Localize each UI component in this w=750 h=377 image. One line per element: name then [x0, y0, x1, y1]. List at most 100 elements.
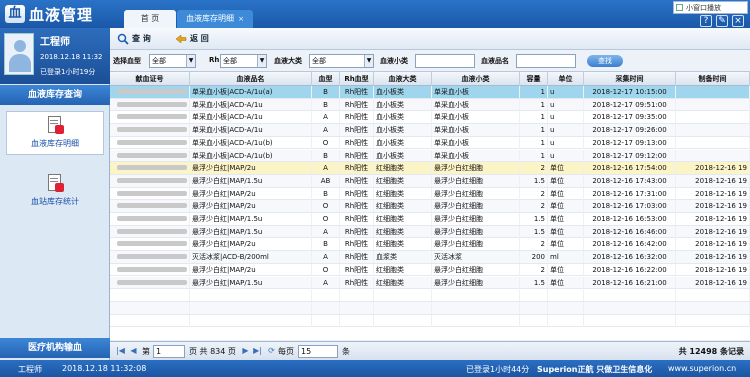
column-header[interactable]: 血液小类 [432, 72, 520, 86]
table-cell: A [312, 225, 340, 238]
search-button[interactable]: 查找 [587, 55, 623, 67]
product-input[interactable] [516, 54, 576, 68]
table-cell: 悬浮少白红细胞 [432, 225, 520, 238]
table-row[interactable]: 悬浮少白红|MAP/1.5u A Rh阳性 红细胞类 悬浮少白红细胞 1.5 单位 2018-… [110, 225, 750, 239]
sidebar-item-station-stats[interactable]: 血站库存统计 [6, 170, 104, 214]
table-row[interactable] [110, 314, 750, 328]
prev-page-icon[interactable]: ◀ [129, 346, 138, 356]
checkbox-icon[interactable] [676, 4, 683, 11]
mini-window-label: 小窗口播放 [686, 4, 721, 12]
table-row[interactable]: 悬浮少白红|MAP/1.5u O Rh阳性 红细胞类 悬浮少白红细胞 1.5 单位 2018-… [110, 213, 750, 226]
column-header[interactable]: 制备时间 [676, 72, 750, 86]
rh-label: Rh [209, 56, 220, 64]
toolbar: 查 询 返 回 [110, 28, 750, 50]
status-user: 工程师 [18, 365, 42, 374]
status-datetime: 2018.12.18 11:32:08 [62, 364, 147, 373]
top-bar: 血 血液管理 首 页 血液库存明细 × 小窗口播放 ? ✎ × [0, 0, 750, 28]
column-header[interactable]: 单位 [548, 72, 584, 86]
donor-id-cell [110, 314, 190, 327]
table-row[interactable] [110, 301, 750, 315]
table-cell: 2 [520, 162, 548, 175]
blood-type-select[interactable]: 全部 ▼ [149, 54, 196, 68]
per-page-select[interactable]: 15 [298, 345, 338, 358]
table-row[interactable]: 单采血小板|ACD-A/1u(a) B Rh阳性 血小板类 单采血小板 1 u 2018-12… [110, 86, 750, 99]
subcategory-input[interactable] [415, 54, 475, 68]
table-cell: 悬浮少白红|MAP/1.5u [190, 213, 312, 225]
close-icon[interactable]: × [732, 15, 744, 27]
chevron-down-icon: ▼ [186, 55, 195, 67]
table-cell: 血小板类 [374, 124, 432, 137]
table-row[interactable]: 悬浮少白红|MAP/2u O Rh阳性 红细胞类 悬浮少白红细胞 2 单位 2018-12-1… [110, 200, 750, 213]
table-cell: A [312, 162, 340, 175]
table-row[interactable]: 灭活冰浆|ACD-B/200ml A Rh阳性 血浆类 灭活冰浆 200 ml 2018-12… [110, 251, 750, 264]
redacted-id [116, 203, 187, 209]
donor-id-cell [110, 187, 190, 200]
website-link[interactable]: www.superion.cn [668, 364, 736, 373]
first-page-icon[interactable]: |◀ [116, 346, 125, 356]
table-row[interactable]: 单采血小板|ACD-A/1u(b) B Rh阳性 血小板类 单采血小板 1 u 2018-12… [110, 149, 750, 163]
tab-blood-inventory-detail[interactable]: 血液库存明细 × [177, 10, 253, 28]
table-cell: 单采血小板|ACD-A/1u(b) [190, 149, 312, 162]
table-row[interactable]: 悬浮少白红|MAP/2u B Rh阳性 红细胞类 悬浮少白红细胞 2 单位 2018-12-1… [110, 187, 750, 201]
sidebar-item-inventory-detail[interactable]: 血液库存明细 [6, 111, 104, 155]
last-page-icon[interactable]: ▶| [253, 346, 262, 356]
table-cell: 单位 [548, 263, 584, 276]
table-row[interactable]: 单采血小板|ACD-A/1u A Rh阳性 血小板类 单采血小板 1 u 2018-12-17… [110, 124, 750, 137]
column-header[interactable]: 血液大类 [374, 72, 432, 86]
table-cell: O [312, 213, 340, 225]
redacted-id [116, 254, 187, 260]
product-label: 血液品名 [481, 57, 509, 65]
redacted-id [116, 228, 187, 234]
table-cell: 红细胞类 [374, 187, 432, 200]
table-cell: O [312, 136, 340, 149]
table-cell [520, 314, 548, 327]
donor-id-cell [110, 149, 190, 162]
table-row[interactable] [110, 289, 750, 302]
table-cell [676, 111, 750, 124]
table-cell: 悬浮少白红细胞 [432, 263, 520, 276]
table-row[interactable]: 单采血小板|ACD-A/1u A Rh阳性 血小板类 单采血小板 1 u 2018-12-17… [110, 111, 750, 125]
table-row[interactable]: 悬浮少白红|MAP/2u B Rh阳性 红细胞类 悬浮少白红细胞 2 单位 2018-12-1… [110, 238, 750, 252]
table-cell: Rh阳性 [340, 225, 374, 238]
rh-select[interactable]: 全部 ▼ [220, 54, 267, 68]
table-row[interactable]: 悬浮少白红|MAP/1.5u AB Rh阳性 红细胞类 悬浮少白红细胞 1.5 单位 2018… [110, 174, 750, 188]
query-button[interactable]: 查 询 [116, 32, 151, 46]
mini-window-toggle[interactable]: 小窗口播放 [673, 1, 748, 14]
redacted-id [116, 216, 187, 221]
table-cell [548, 301, 584, 314]
table-cell: 2 [520, 263, 548, 276]
table-row[interactable]: 单采血小板|ACD-A/1u B Rh阳性 血小板类 单采血小板 1 u 2018-12-17… [110, 98, 750, 112]
table-cell [676, 301, 750, 314]
table-cell: 悬浮少白红|MAP/2u [190, 263, 312, 276]
help-icon[interactable]: ? [700, 15, 712, 27]
table-cell: 2018-12-16 19 [676, 174, 750, 187]
table-cell: 2018-12-16 19 [676, 187, 750, 200]
rh-value: 全部 [223, 57, 237, 65]
tab-close-icon[interactable]: × [238, 15, 244, 23]
refresh-icon[interactable]: ⟳ [267, 346, 276, 356]
redacted-id [116, 165, 187, 171]
table-row[interactable]: 悬浮少白红|MAP/1.5u A Rh阳性 红细胞类 悬浮少白红细胞 1.5 单位 2018-… [110, 276, 750, 290]
redacted-id [116, 241, 187, 247]
tab-home[interactable]: 首 页 [124, 10, 176, 28]
column-header[interactable]: Rh血型 [340, 72, 374, 86]
column-header[interactable]: 容量 [520, 72, 548, 86]
column-header[interactable]: 献血证号 [110, 72, 190, 86]
table-row[interactable]: 悬浮少白红|MAP/2u O Rh阳性 红细胞类 悬浮少白红细胞 2 单位 2018-12-1… [110, 263, 750, 277]
table-row[interactable]: 单采血小板|ACD-A/1u(b) O Rh阳性 血小板类 单采血小板 1 u 2018-12… [110, 136, 750, 150]
column-header[interactable]: 血型 [312, 72, 340, 86]
sidebar-section-transfusion[interactable]: 医疗机构输血 [0, 338, 110, 358]
edit-icon[interactable]: ✎ [716, 15, 728, 27]
column-header[interactable]: 血液品名 [190, 72, 312, 86]
sidebar-section-inventory-query[interactable]: 血液库存查询 [0, 85, 110, 105]
table-cell: 悬浮少白红细胞 [432, 213, 520, 225]
column-header[interactable]: 采集时间 [584, 72, 676, 86]
table-cell: 单采血小板|ACD-A/1u [190, 98, 312, 111]
table-cell: B [312, 98, 340, 111]
page-number-input[interactable]: 1 [153, 345, 185, 358]
table-row[interactable]: 悬浮少白红|MAP/2u A Rh阳性 红细胞类 悬浮少白红细胞 2 单位 2018-12-1… [110, 162, 750, 175]
back-button[interactable]: 返 回 [174, 32, 209, 46]
table-cell [432, 301, 520, 314]
category-select[interactable]: 全部 ▼ [309, 54, 374, 68]
next-page-icon[interactable]: ▶ [241, 346, 250, 356]
